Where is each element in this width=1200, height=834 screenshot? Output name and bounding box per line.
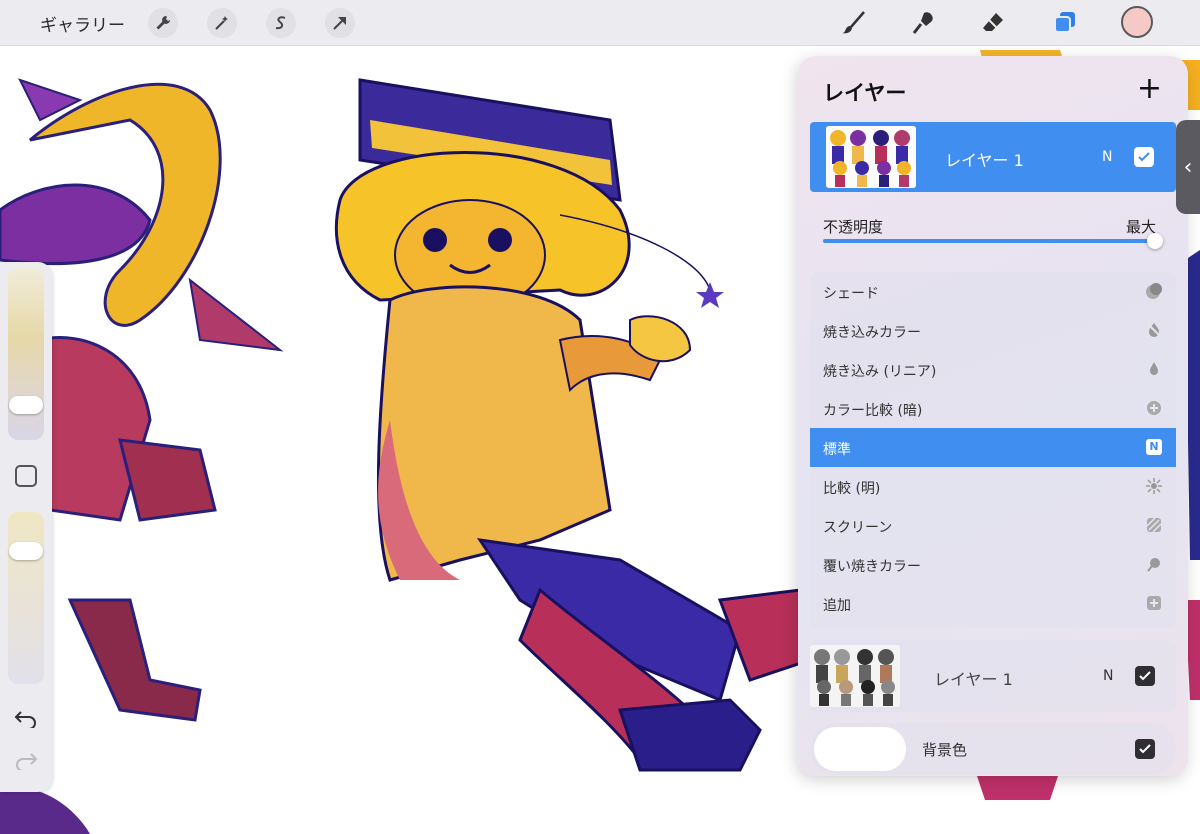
panel-collapse-handle[interactable]: ‹ <box>1176 120 1200 214</box>
normal-badge: N <box>1146 439 1162 455</box>
blend-mode-linear-burn[interactable]: 焼き込み (リニア) <box>810 350 1176 389</box>
magic-wand-icon[interactable] <box>207 8 237 38</box>
blend-mode-color-burn[interactable]: 焼き込みカラー <box>810 311 1176 350</box>
blend-mode-label: 焼き込みカラー <box>823 325 921 341</box>
blend-mode-list: シェード 焼き込みカラー 焼き込み (リニア) カラー比較 (暗) 標準 N 比… <box>810 272 1176 628</box>
wrench-icon[interactable] <box>148 8 178 38</box>
transform-arrow-icon[interactable] <box>325 8 355 38</box>
gallery-button[interactable]: ギャラリー <box>40 11 125 36</box>
layers-icon[interactable] <box>1048 6 1082 40</box>
modify-button[interactable] <box>15 465 37 487</box>
selection-icon[interactable] <box>266 8 296 38</box>
brush-size-handle[interactable] <box>9 396 43 414</box>
chevron-left-icon: ‹ <box>1183 154 1193 180</box>
top-toolbar: ギャラリー <box>0 0 1200 46</box>
layer-name: レイヤー 1 <box>934 670 1013 689</box>
blend-mode-shade[interactable]: シェード <box>810 272 1176 311</box>
panel-title: レイヤー <box>823 81 907 105</box>
layer-thumbnail <box>826 126 916 188</box>
brush-size-slider[interactable] <box>8 268 44 440</box>
layer-row-secondary[interactable]: レイヤー 1 N <box>810 640 1176 712</box>
brush-opacity-slider[interactable] <box>8 512 44 684</box>
layer-row-active[interactable]: レイヤー 1 N <box>810 122 1176 192</box>
blend-mode-add[interactable]: 追加 <box>810 584 1176 623</box>
checkmark-icon <box>1139 744 1151 754</box>
undo-icon[interactable] <box>14 708 38 732</box>
eraser-icon[interactable] <box>976 6 1010 40</box>
add-layer-button[interactable]: + <box>1137 74 1162 104</box>
layers-panel: レイヤー + レイヤー 1 N 不透明度 最大 シェード 焼き込みカラー 焼き込… <box>798 56 1188 776</box>
screen-icon <box>1144 515 1164 535</box>
shade-icon <box>1144 281 1164 301</box>
brush-icon[interactable] <box>836 6 870 40</box>
layer-visibility-checkbox[interactable] <box>1135 666 1155 686</box>
redo-icon[interactable] <box>14 750 38 774</box>
blend-mode-label: シェード <box>823 286 879 302</box>
blend-mode-label: 比較 (明) <box>823 481 881 497</box>
blend-mode-lighten[interactable]: 比較 (明) <box>810 467 1176 506</box>
blend-mode-label: 追加 <box>823 598 851 614</box>
opacity-slider-knob[interactable] <box>1147 233 1163 249</box>
blend-mode-color-dodge[interactable]: 覆い焼きカラー <box>810 545 1176 584</box>
darker-color-icon <box>1144 398 1164 418</box>
blend-mode-label: 焼き込み (リニア) <box>823 364 937 380</box>
lighten-icon <box>1144 476 1164 496</box>
blend-mode-label: 覆い焼きカラー <box>823 559 921 575</box>
opacity-slider-fill <box>823 239 1155 243</box>
layer-blend-mode[interactable]: N <box>1103 668 1113 684</box>
blend-mode-screen[interactable]: スクリーン <box>810 506 1176 545</box>
background-visibility-checkbox[interactable] <box>1135 739 1155 759</box>
add-icon <box>1144 593 1164 613</box>
blend-mode-normal[interactable]: 標準 N <box>810 428 1176 467</box>
layer-blend-mode[interactable]: N <box>1102 149 1112 165</box>
smudge-icon[interactable] <box>906 6 940 40</box>
normal-icon: N <box>1144 437 1164 457</box>
blend-mode-label: スクリーン <box>823 520 893 536</box>
side-slider-bar <box>0 262 52 792</box>
layer-name: レイヤー 1 <box>945 151 1024 170</box>
background-color-label: 背景色 <box>922 741 968 759</box>
color-swatch[interactable] <box>1121 6 1153 38</box>
brush-opacity-handle[interactable] <box>9 542 43 560</box>
checkmark-icon <box>1139 671 1151 681</box>
checkmark-icon <box>1138 152 1150 162</box>
background-color-row[interactable]: 背景色 <box>810 723 1176 775</box>
color-dodge-icon <box>1144 554 1164 574</box>
opacity-label: 不透明度 <box>823 218 884 236</box>
color-burn-icon <box>1144 320 1164 340</box>
blend-mode-label: 標準 <box>823 442 851 458</box>
layer-thumbnail <box>810 645 900 707</box>
background-color-swatch[interactable] <box>814 727 906 771</box>
blend-mode-label: カラー比較 (暗) <box>823 403 923 419</box>
opacity-slider[interactable] <box>823 233 1163 249</box>
blend-mode-darker-color[interactable]: カラー比較 (暗) <box>810 389 1176 428</box>
linear-burn-icon <box>1144 359 1164 379</box>
layer-visibility-checkbox[interactable] <box>1134 147 1154 167</box>
